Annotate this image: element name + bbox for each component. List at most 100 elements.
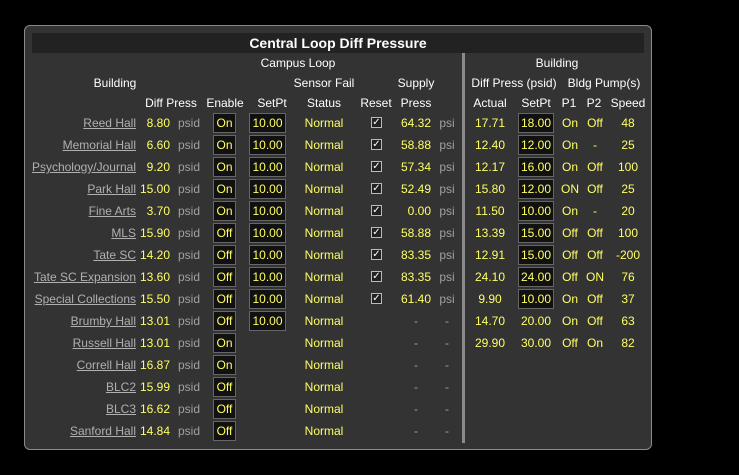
diff-press-value: 9.20 [146,160,170,174]
diff-press-unit: psid [178,138,201,152]
reset-checkbox[interactable]: ✓ [371,271,382,282]
actual-diff-value: 9.90 [478,292,502,306]
actual-diff-value: 24.10 [474,270,506,284]
building-link[interactable]: MLS [111,225,136,241]
building-link[interactable]: Russell Hall [73,335,136,351]
actual-diff-value: 14.70 [474,314,506,328]
setpoint-input[interactable]: 10.00 [249,201,286,221]
setpoint-input[interactable]: 10.00 [249,179,286,199]
supply-press-unit: psi [439,160,455,174]
building-setpoint-input[interactable]: 24.00 [518,267,554,287]
diff-press-value: 14.84 [139,424,170,438]
building-link[interactable]: Special Collections [35,291,136,307]
building-header: Building [93,76,137,90]
diff-press-value: 15.00 [139,182,170,196]
supply-press-unit: psi [439,226,455,240]
building-link[interactable]: Correll Hall [77,357,136,373]
setpoint-input[interactable]: 10.00 [249,311,286,331]
setpoint-input[interactable]: 10.00 [249,289,286,309]
building-link[interactable]: BLC2 [106,379,136,395]
enable-toggle[interactable]: Off [213,311,236,331]
building-setpoint-input[interactable]: 18.00 [518,113,554,133]
diff-press-value: 8.80 [146,116,170,130]
setpoint-input[interactable]: 10.00 [249,113,286,133]
building-link[interactable]: Tate SC Expansion [34,269,136,285]
pump-speed: -200 [615,248,641,262]
pump2-status: Off [587,116,603,130]
actual-diff-value: 11.50 [475,204,505,218]
building-setpoint-input[interactable]: 12.00 [518,179,554,199]
building-link[interactable]: Reed Hall [83,115,136,131]
pump-speed: 37 [621,292,635,306]
building-link[interactable]: Sanford Hall [70,423,136,439]
diff-press-value: 13.60 [139,270,170,284]
diff-press-unit: psid [178,380,201,394]
diff-press-unit: psid [178,248,201,262]
enable-toggle[interactable]: On [213,333,236,353]
pump2-status: Off [587,226,603,240]
enable-toggle[interactable]: On [213,157,236,177]
reset-checkbox[interactable]: ✓ [371,293,382,304]
pump-speed: 100 [617,160,639,174]
enable-toggle[interactable]: Off [213,245,236,265]
setpoint-input[interactable]: 10.00 [249,267,286,287]
enable-toggle[interactable]: Off [213,223,236,243]
reset-checkbox[interactable]: ✓ [371,205,382,216]
building-link[interactable]: BLC3 [106,401,136,417]
enable-toggle[interactable]: On [213,201,236,221]
enable-toggle[interactable]: Off [213,421,236,441]
enable-toggle[interactable]: Off [213,399,236,419]
diff-press-value: 16.62 [139,402,170,416]
building-setpoint-input[interactable]: 10.00 [518,289,554,309]
building-setpt-header: SetPt [521,96,551,110]
sensor-fail-header: Sensor Fail [293,76,355,90]
setpoint-input[interactable]: 10.00 [249,157,286,177]
enable-toggle[interactable]: On [213,113,236,133]
building-link[interactable]: Park Hall [87,181,136,197]
building-setpoint-input[interactable]: 16.00 [518,157,554,177]
reset-checkbox[interactable]: ✓ [371,227,382,238]
enable-toggle[interactable]: Off [213,289,236,309]
building-link[interactable]: Psychology/Journal [32,159,136,175]
building-setpoint-input[interactable]: 15.00 [518,245,554,265]
building-link[interactable]: Memorial Hall [63,137,136,153]
building-setpoint-input[interactable]: 15.00 [518,223,554,243]
enable-toggle[interactable]: Off [213,377,236,397]
reset-checkbox[interactable]: ✓ [371,161,382,172]
building-link[interactable]: Brumby Hall [71,313,136,329]
reset-checkbox[interactable]: ✓ [371,117,382,128]
pump-speed: 48 [621,116,635,130]
status-value: Normal [304,358,344,372]
enable-toggle[interactable]: On [213,179,236,199]
diff-press-unit: psid [178,116,201,130]
reset-checkbox[interactable]: ✓ [371,183,382,194]
setpoint-input[interactable]: 10.00 [249,245,286,265]
building-setpoint-input[interactable]: 10.00 [518,201,554,221]
pump1-status: On [561,116,579,130]
enable-toggle[interactable]: Off [213,267,236,287]
status-value: Normal [304,116,344,130]
supply-unit-dash: - [445,336,449,350]
supply-dash: - [414,402,418,416]
pump2-status: On [586,336,604,350]
supply-press-unit: psi [439,116,455,130]
enable-toggle[interactable]: On [213,355,236,375]
building-setpoint-value: 30.00 [520,336,552,350]
reset-checkbox[interactable]: ✓ [371,139,382,150]
building-link[interactable]: Tate SC [93,247,136,263]
pump-speed: 63 [621,314,635,328]
supply-header: Supply [397,76,435,90]
reset-checkbox[interactable]: ✓ [371,249,382,260]
supply-press-unit: psi [439,292,455,306]
building-setpoint-input[interactable]: 12.00 [518,135,554,155]
actual-diff-value: 12.17 [474,160,506,174]
status-header: Status [306,96,342,110]
pump1-status: On [561,314,579,328]
supply-press-value: 52.49 [400,182,431,196]
diff-press-unit: psid [178,402,201,416]
enable-toggle[interactable]: On [213,135,236,155]
setpoint-input[interactable]: 10.00 [249,135,286,155]
setpoint-input[interactable]: 10.00 [249,223,286,243]
supply-dash: - [414,358,418,372]
building-link[interactable]: Fine Arts [89,203,136,219]
